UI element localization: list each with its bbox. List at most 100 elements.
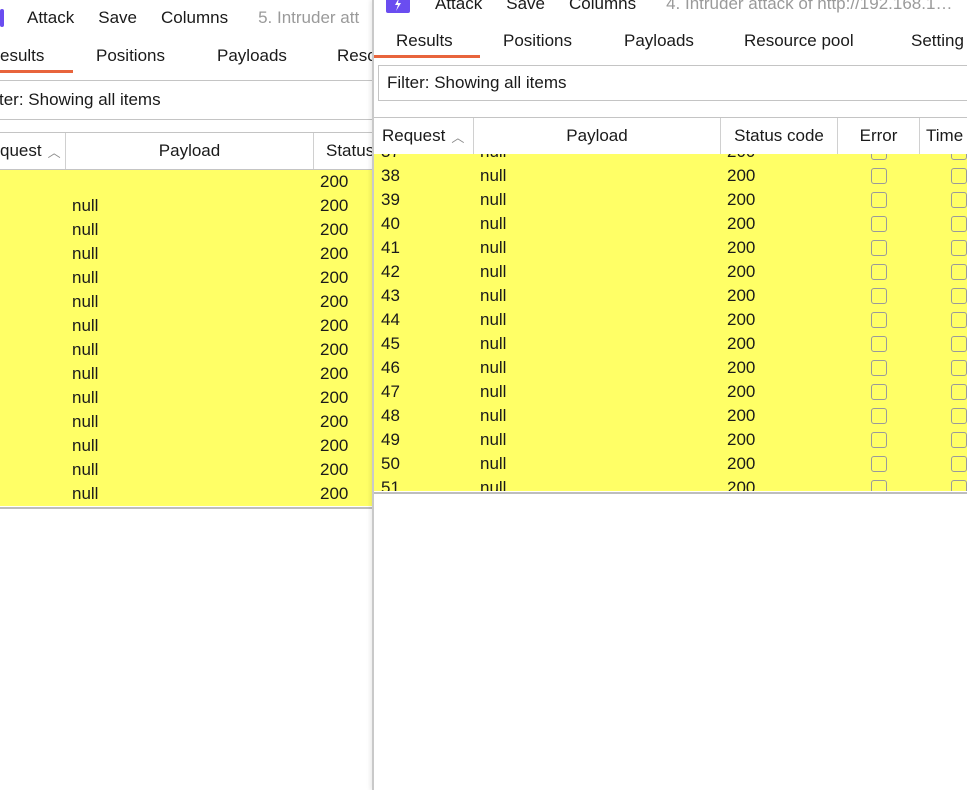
table-row[interactable]: 200 bbox=[0, 170, 373, 194]
error-checkbox[interactable] bbox=[871, 216, 887, 232]
table-row[interactable]: 50 null 200 bbox=[374, 452, 967, 476]
table-row[interactable]: null 200 bbox=[0, 242, 373, 266]
table-row[interactable]: null 200 bbox=[0, 338, 373, 362]
table-row[interactable]: null 200 bbox=[0, 410, 373, 434]
table-row[interactable]: null 200 bbox=[0, 458, 373, 482]
timeout-checkbox[interactable] bbox=[951, 432, 967, 448]
error-checkbox[interactable] bbox=[871, 456, 887, 472]
table-row[interactable]: 49 null 200 bbox=[374, 428, 967, 452]
tab-payloads[interactable]: Payloads bbox=[624, 31, 694, 51]
timeout-checkbox[interactable] bbox=[951, 456, 967, 472]
timeout-checkbox[interactable] bbox=[951, 264, 967, 280]
table-row[interactable]: 38 null 200 bbox=[374, 164, 967, 188]
tab-settings[interactable]: Setting bbox=[911, 31, 964, 51]
tab-resource-pool[interactable]: Resc bbox=[337, 46, 373, 66]
timeout-checkbox[interactable] bbox=[951, 312, 967, 328]
menu-attack[interactable]: Attack bbox=[435, 0, 482, 14]
tab-positions[interactable]: Positions bbox=[96, 46, 165, 66]
timeout-checkbox[interactable] bbox=[951, 168, 967, 184]
error-checkbox[interactable] bbox=[871, 168, 887, 184]
cell-request: 47 bbox=[381, 382, 400, 401]
table-row[interactable]: 41 null 200 bbox=[374, 236, 967, 260]
cell-status: 200 bbox=[320, 436, 349, 455]
timeout-checkbox[interactable] bbox=[951, 360, 967, 376]
table-row[interactable]: null 200 bbox=[0, 482, 373, 506]
tab-payloads[interactable]: Payloads bbox=[217, 46, 287, 66]
table-row[interactable]: null 200 bbox=[0, 362, 373, 386]
cell-request: 44 bbox=[381, 310, 400, 329]
menu-columns[interactable]: Columns bbox=[569, 0, 636, 14]
error-checkbox[interactable] bbox=[871, 480, 887, 491]
filter-bar[interactable]: Filter: Showing all items bbox=[378, 65, 967, 101]
cell-request: 48 bbox=[381, 406, 400, 425]
error-checkbox[interactable] bbox=[871, 336, 887, 352]
table-row[interactable]: 43 null 200 bbox=[374, 284, 967, 308]
column-header-payload[interactable]: Payload bbox=[66, 133, 314, 169]
cell-request: 46 bbox=[381, 358, 400, 377]
table-row[interactable]: 51 null 200 bbox=[374, 476, 967, 491]
front-intruder-window: Attack Save Columns 4. Intruder attack o… bbox=[372, 0, 967, 790]
timeout-checkbox[interactable] bbox=[951, 336, 967, 352]
sort-ascending-icon: ︿ bbox=[451, 129, 465, 145]
table-row[interactable]: 44 null 200 bbox=[374, 308, 967, 332]
menu-columns[interactable]: Columns bbox=[161, 8, 228, 28]
column-header-status-code[interactable]: Status code bbox=[721, 118, 838, 154]
tab-resource-pool[interactable]: Resource pool bbox=[744, 31, 854, 51]
timeout-checkbox[interactable] bbox=[951, 384, 967, 400]
error-checkbox[interactable] bbox=[871, 192, 887, 208]
filter-bar[interactable]: ter: Showing all items bbox=[0, 80, 373, 120]
timeout-checkbox[interactable] bbox=[951, 408, 967, 424]
timeout-checkbox[interactable] bbox=[951, 154, 967, 160]
menu-attack[interactable]: Attack bbox=[27, 8, 74, 28]
cell-status-code: 200 bbox=[727, 310, 756, 329]
timeout-checkbox[interactable] bbox=[951, 240, 967, 256]
table-row[interactable]: 39 null 200 bbox=[374, 188, 967, 212]
cell-request: 40 bbox=[381, 214, 400, 233]
column-header-error[interactable]: Error bbox=[838, 118, 920, 154]
timeout-checkbox[interactable] bbox=[951, 216, 967, 232]
results-table-body[interactable]: 200 null 200 null 200 null 200 null 200 null 200 nu… bbox=[0, 170, 373, 506]
column-header-timeout[interactable]: Time bbox=[920, 118, 967, 154]
tab-results[interactable]: Results bbox=[396, 31, 453, 51]
table-row[interactable]: null 200 bbox=[0, 194, 373, 218]
menu-save[interactable]: Save bbox=[506, 0, 545, 14]
table-row[interactable]: 37 null 200 bbox=[374, 154, 967, 164]
table-row[interactable]: 48 null 200 bbox=[374, 404, 967, 428]
error-checkbox[interactable] bbox=[871, 432, 887, 448]
menu-save[interactable]: Save bbox=[98, 8, 137, 28]
cell-payload: null bbox=[72, 316, 99, 335]
table-row[interactable]: 42 null 200 bbox=[374, 260, 967, 284]
tab-results[interactable]: esults bbox=[0, 46, 44, 66]
column-header-status[interactable]: Status bbox=[314, 133, 373, 169]
error-checkbox[interactable] bbox=[871, 240, 887, 256]
table-row[interactable]: 47 null 200 bbox=[374, 380, 967, 404]
tab-positions[interactable]: Positions bbox=[503, 31, 572, 51]
table-row[interactable]: null 200 bbox=[0, 218, 373, 242]
column-header-payload[interactable]: Payload bbox=[474, 118, 721, 154]
error-checkbox[interactable] bbox=[871, 154, 887, 160]
table-row[interactable]: 46 null 200 bbox=[374, 356, 967, 380]
table-row[interactable]: null 200 bbox=[0, 266, 373, 290]
timeout-checkbox[interactable] bbox=[951, 288, 967, 304]
error-checkbox[interactable] bbox=[871, 288, 887, 304]
table-row[interactable]: 40 null 200 bbox=[374, 212, 967, 236]
error-checkbox[interactable] bbox=[871, 312, 887, 328]
active-tab-indicator bbox=[374, 55, 480, 58]
error-checkbox[interactable] bbox=[871, 384, 887, 400]
table-row[interactable]: null 200 bbox=[0, 290, 373, 314]
cell-payload: null bbox=[480, 238, 507, 257]
error-checkbox[interactable] bbox=[871, 360, 887, 376]
results-table-body[interactable]: 37 null 200 38 null 200 39 null 200 40 null 200 41 nu… bbox=[374, 154, 967, 491]
table-row[interactable]: 45 null 200 bbox=[374, 332, 967, 356]
cell-status: 200 bbox=[320, 460, 349, 479]
table-row[interactable]: null 200 bbox=[0, 386, 373, 410]
table-row[interactable]: null 200 bbox=[0, 434, 373, 458]
timeout-checkbox[interactable] bbox=[951, 192, 967, 208]
column-header-request[interactable]: quest ︿ bbox=[0, 133, 66, 169]
table-row[interactable]: null 200 bbox=[0, 314, 373, 338]
column-header-request[interactable]: Request ︿ bbox=[374, 118, 474, 154]
timeout-checkbox[interactable] bbox=[951, 480, 967, 491]
cell-payload: null bbox=[72, 244, 99, 263]
error-checkbox[interactable] bbox=[871, 408, 887, 424]
error-checkbox[interactable] bbox=[871, 264, 887, 280]
